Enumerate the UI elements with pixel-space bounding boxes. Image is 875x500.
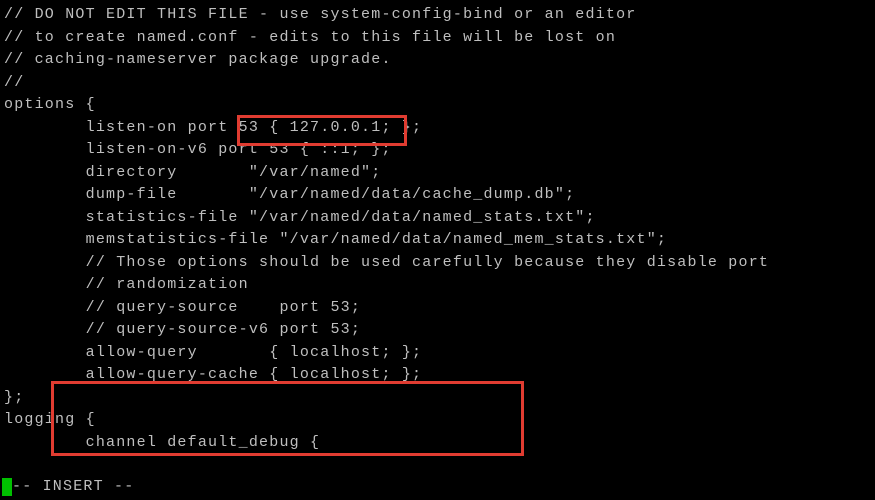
code-line: listen-on port 53 { 127.0.0.1; }; <box>4 117 871 140</box>
vim-mode-indicator: -- INSERT -- <box>12 476 134 499</box>
code-line: // <box>4 72 871 95</box>
code-line: allow-query-cache { localhost; }; <box>4 364 871 387</box>
code-line: directory "/var/named"; <box>4 162 871 185</box>
code-line: // query-source port 53; <box>4 297 871 320</box>
code-line: memstatistics-file "/var/named/data/name… <box>4 229 871 252</box>
code-line: // caching-nameserver package upgrade. <box>4 49 871 72</box>
code-line: channel default_debug { <box>4 432 871 455</box>
code-line: // DO NOT EDIT THIS FILE - use system-co… <box>4 4 871 27</box>
editor-viewport[interactable]: // DO NOT EDIT THIS FILE - use system-co… <box>4 4 871 454</box>
cursor-indicator <box>2 478 12 496</box>
code-line: listen-on-v6 port 53 { ::1; }; <box>4 139 871 162</box>
code-line: // Those options should be used carefull… <box>4 252 871 275</box>
code-line: statistics-file "/var/named/data/named_s… <box>4 207 871 230</box>
code-line: // to create named.conf - edits to this … <box>4 27 871 50</box>
code-line: // randomization <box>4 274 871 297</box>
code-line: // query-source-v6 port 53; <box>4 319 871 342</box>
code-line: }; <box>4 387 871 410</box>
code-line: logging { <box>4 409 871 432</box>
code-line: allow-query { localhost; }; <box>4 342 871 365</box>
vim-status-bar: -- INSERT -- <box>2 476 873 499</box>
code-line: dump-file "/var/named/data/cache_dump.db… <box>4 184 871 207</box>
code-line: options { <box>4 94 871 117</box>
